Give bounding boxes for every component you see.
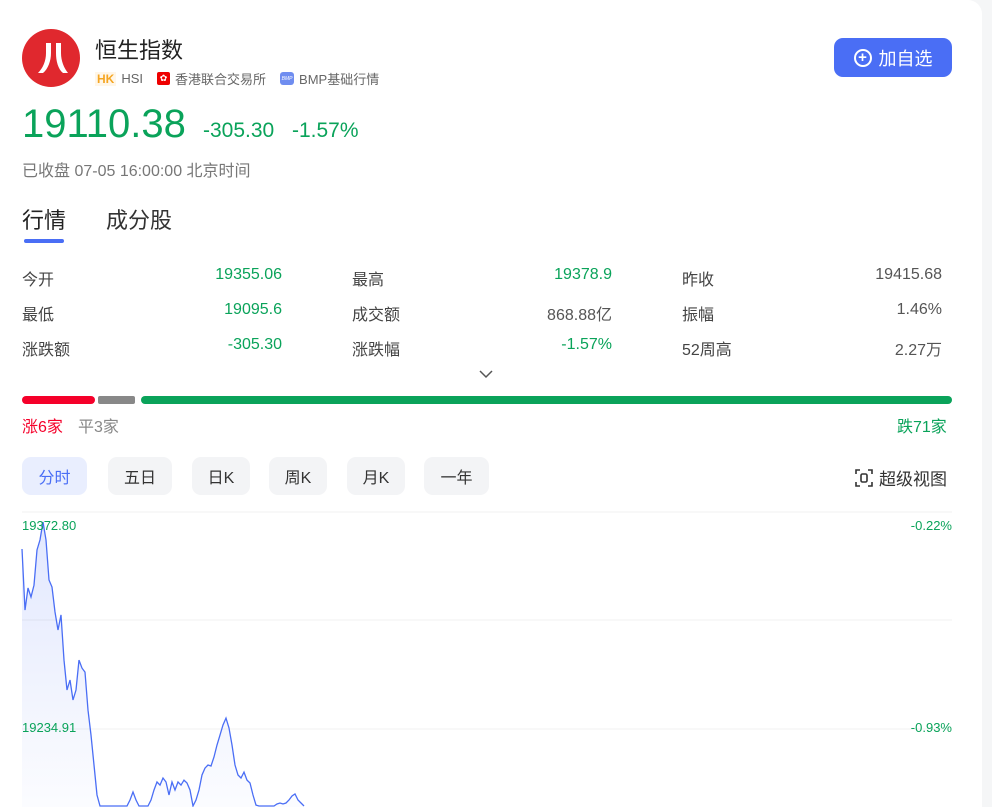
stat-label: 52周高 bbox=[682, 342, 732, 359]
price-change: -305.30 bbox=[203, 119, 275, 142]
fullscreen-frame-icon bbox=[855, 468, 873, 487]
stat-value: 868.88亿 bbox=[547, 307, 612, 324]
quote-card: 恒生指数 HK HSI ✿ 香港联合交易所 BMP BMP基础行情 + 加自选 1911… bbox=[0, 0, 982, 807]
tab-constituents[interactable]: 成分股 bbox=[106, 203, 172, 235]
index-meta: HK HSI ✿ 香港联合交易所 BMP BMP基础行情 bbox=[95, 69, 379, 88]
stat-value: -1.57% bbox=[561, 336, 612, 353]
super-view-button[interactable]: 超级视图 bbox=[855, 465, 947, 490]
current-price: 19110.38 bbox=[22, 102, 186, 146]
bmp-icon: BMP bbox=[280, 72, 295, 85]
stat-label: 涨跌额 bbox=[22, 342, 71, 359]
stat-value: -305.30 bbox=[227, 336, 282, 353]
stat-label: 今开 bbox=[22, 272, 55, 289]
tab-market[interactable]: 行情 bbox=[22, 203, 66, 235]
stat-label: 最高 bbox=[352, 272, 385, 289]
stat-value: 19355.06 bbox=[215, 266, 282, 283]
price-change-pct: -1.57% bbox=[292, 119, 359, 142]
intraday-chart[interactable] bbox=[0, 500, 982, 807]
data-source: BMP基础行情 bbox=[299, 72, 380, 87]
y-tick-label-top: 19372.80 bbox=[22, 518, 77, 533]
stat-label: 最低 bbox=[22, 307, 55, 324]
market-badge: HK bbox=[95, 71, 117, 86]
right-tick-label-top: -0.22% bbox=[910, 518, 952, 533]
index-title: 恒生指数 bbox=[95, 38, 184, 63]
right-tick-label-mid: -0.93% bbox=[910, 720, 952, 735]
stat-value: 19415.68 bbox=[875, 266, 942, 283]
stat-label: 昨收 bbox=[682, 272, 715, 289]
period-5day[interactable]: 五日 bbox=[108, 457, 172, 495]
expand-chevron-icon[interactable] bbox=[478, 366, 494, 382]
stat-value: 19378.9 bbox=[554, 266, 612, 283]
period-daily-k[interactable]: 日K bbox=[192, 457, 250, 495]
plus-circle-icon: + bbox=[853, 48, 872, 67]
period-weekly-k[interactable]: 周K bbox=[269, 457, 327, 495]
stat-value: 19095.6 bbox=[224, 301, 282, 318]
stat-value: 1.46% bbox=[896, 301, 942, 318]
period-one-year[interactable]: 一年 bbox=[424, 457, 489, 495]
super-view-label: 超级视图 bbox=[879, 470, 947, 489]
hk-flag-icon: ✿ bbox=[157, 72, 171, 85]
active-tab-indicator bbox=[24, 239, 64, 243]
exchange-name: 香港联合交易所 bbox=[175, 72, 267, 87]
breadth-up-label: 涨6家 bbox=[22, 419, 63, 436]
breadth-flat-bar bbox=[98, 396, 135, 404]
index-code: HSI bbox=[121, 71, 144, 86]
period-monthly-k[interactable]: 月K bbox=[347, 457, 405, 495]
stat-value: 2.27万 bbox=[894, 342, 942, 359]
hang-seng-logo-icon bbox=[22, 29, 80, 87]
add-button-label: 加自选 bbox=[878, 48, 933, 69]
stat-label: 振幅 bbox=[682, 307, 715, 324]
breadth-up-bar bbox=[22, 396, 95, 404]
period-intraday[interactable]: 分时 bbox=[22, 457, 87, 495]
breadth-flat-label: 平3家 bbox=[78, 419, 119, 436]
add-to-watchlist-button[interactable]: + 加自选 bbox=[834, 38, 952, 77]
stat-label: 涨跌幅 bbox=[352, 342, 401, 359]
market-status: 已收盘 07-05 16:00:00 北京时间 bbox=[22, 163, 251, 180]
breadth-down-label: 跌71家 bbox=[897, 419, 947, 436]
stat-label: 成交额 bbox=[352, 307, 401, 324]
y-tick-label-mid: 19234.91 bbox=[22, 720, 77, 735]
breadth-down-bar bbox=[141, 396, 952, 404]
